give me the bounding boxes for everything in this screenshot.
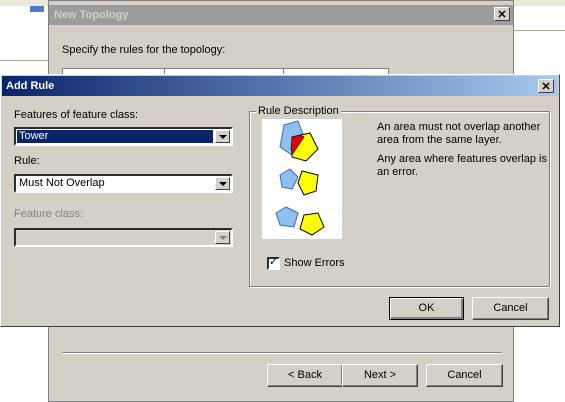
close-button[interactable] [494, 7, 510, 21]
new-topology-titlebar[interactable]: New Topology [49, 5, 513, 25]
ok-button[interactable]: OK [389, 297, 464, 320]
check-icon: ✓ [269, 256, 279, 268]
features-combo[interactable]: Tower [14, 127, 233, 146]
divider [514, 30, 565, 31]
dropdown-button[interactable] [215, 177, 230, 190]
rule-combo[interactable]: Must Not Overlap [14, 174, 233, 193]
chevron-down-icon [219, 135, 227, 139]
features-label: Features of feature class: [14, 109, 139, 121]
rule-diagram [262, 119, 342, 239]
close-button[interactable] [538, 79, 554, 93]
dropdown-button[interactable] [215, 130, 230, 143]
blue-polygon [275, 206, 299, 228]
cancel-button[interactable]: Cancel [472, 297, 549, 320]
yellow-polygon [299, 212, 325, 236]
add-rule-dialog: Add Rule Features of feature class: Towe… [0, 74, 560, 327]
chevron-down-icon [219, 236, 227, 240]
feature-class-combo[interactable] [14, 228, 233, 247]
show-errors-label[interactable]: Show Errors [284, 257, 345, 269]
yellow-polygon [297, 170, 319, 196]
window-title: New Topology [54, 9, 129, 21]
divider [62, 352, 502, 354]
description-line2: Any area where features overlap is an er… [377, 153, 547, 178]
rule-label: Rule: [14, 155, 40, 167]
blue-polygon [279, 168, 299, 190]
overlap-diagram-icon [275, 120, 325, 236]
add-rule-titlebar[interactable]: Add Rule [2, 76, 558, 96]
instruction-text: Specify the rules for the topology: [62, 44, 226, 56]
cancel-button[interactable]: Cancel [426, 364, 503, 387]
show-errors-checkbox[interactable]: ✓ [267, 256, 280, 270]
rule-value: Must Not Overlap [19, 177, 105, 189]
close-icon [542, 82, 550, 90]
group-title: Rule Description [256, 105, 341, 117]
dialog-title: Add Rule [6, 80, 55, 92]
toolbar-icon[interactable] [30, 6, 44, 12]
description-line1: An area must not overlap another area fr… [377, 121, 541, 146]
divider [0, 60, 48, 61]
features-value: Tower [17, 130, 213, 143]
back-button[interactable]: < Back [267, 364, 343, 387]
close-icon [498, 10, 506, 18]
dropdown-button[interactable] [215, 231, 230, 244]
chevron-down-icon [219, 182, 227, 186]
feature-class-value [17, 231, 213, 244]
next-button[interactable]: Next > [342, 364, 418, 387]
feature-class-label: Feature class: [14, 208, 84, 220]
